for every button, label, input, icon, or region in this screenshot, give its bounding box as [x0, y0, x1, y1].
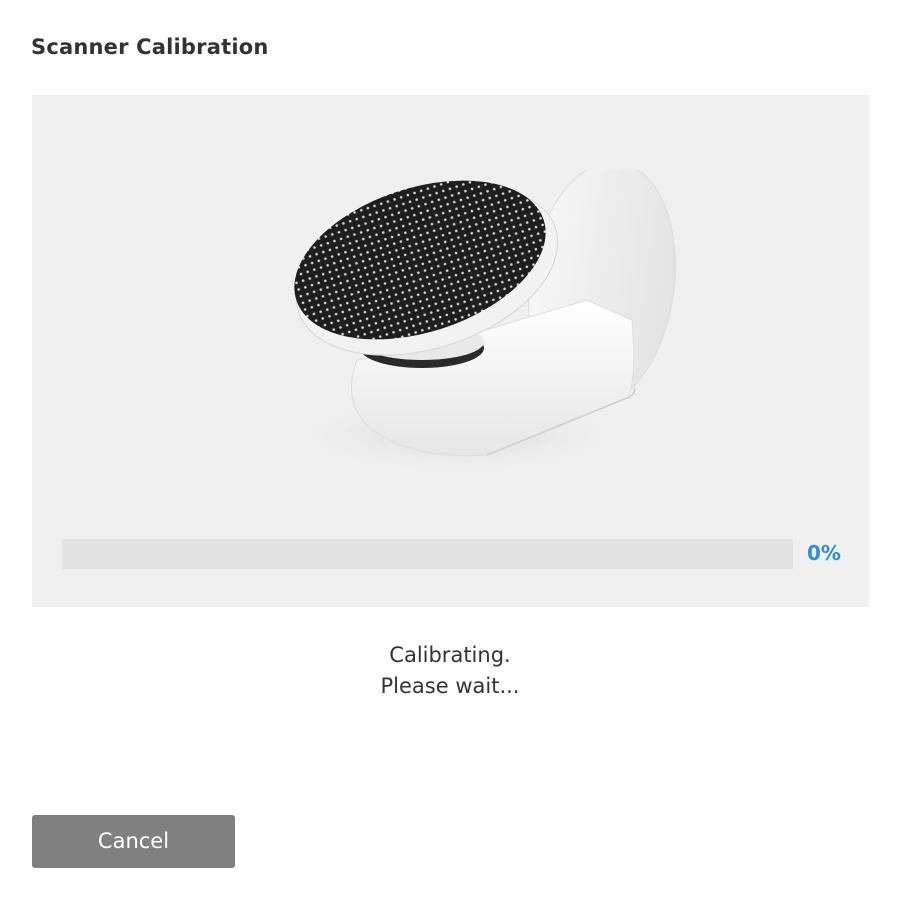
- calibration-dialog: Scanner Calibration 0% Calibrating. Plea…: [0, 0, 900, 900]
- calibration-progress-bar: [62, 539, 793, 569]
- cancel-button[interactable]: Cancel: [32, 815, 235, 868]
- dialog-title: Scanner Calibration: [31, 35, 269, 59]
- status-message: Calibrating. Please wait...: [0, 640, 900, 702]
- calibration-panel: 0%: [32, 95, 869, 607]
- status-line-wait: Please wait...: [380, 674, 520, 698]
- scanner-calibration-target-icon: [287, 170, 676, 475]
- status-line-calibrating: Calibrating.: [389, 643, 511, 667]
- progress-percentage: 0%: [807, 541, 841, 565]
